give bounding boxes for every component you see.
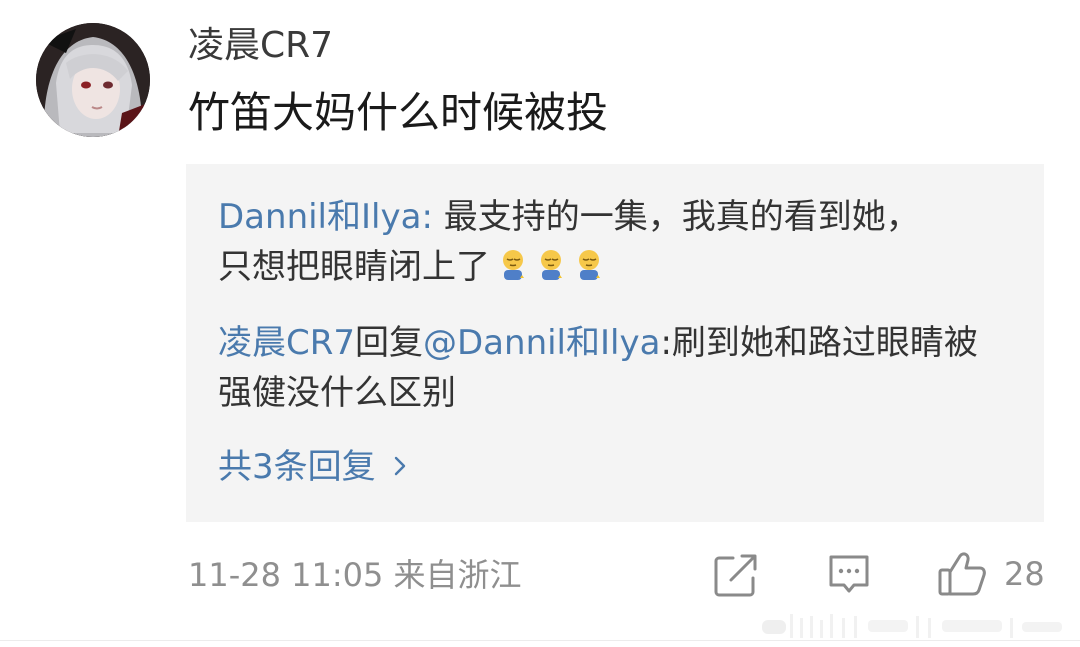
- like-button[interactable]: 28: [936, 548, 1056, 600]
- share-icon: [714, 554, 757, 597]
- comment-meta: 11-28 11:05 来自浙江: [188, 553, 522, 597]
- reply-box[interactable]: Dannil和Ilya: 最支持的一集，我真的看到她，只想把眼睛闭上了 凌晨CR…: [186, 164, 1044, 522]
- comment-location: 来自浙江: [393, 556, 522, 594]
- comment-button[interactable]: [826, 548, 872, 600]
- reply-author[interactable]: 凌晨CR7: [218, 323, 355, 363]
- comment-icon: [829, 555, 869, 593]
- avatar[interactable]: [36, 23, 150, 137]
- thumbs-up-icon: [938, 552, 986, 596]
- avatar-image: [36, 23, 150, 137]
- chevron-right-icon: [394, 456, 405, 476]
- sleepy-face-emoji: [541, 250, 562, 280]
- reply-separator: :: [421, 197, 444, 237]
- watermark-logo: [762, 614, 1062, 638]
- sleepy-face-emoji: [579, 250, 600, 280]
- reply-separator: :: [660, 323, 672, 363]
- share-button[interactable]: [711, 548, 761, 600]
- comment-text: 竹笛大妈什么时候被投: [188, 88, 609, 137]
- reply-author[interactable]: Dannil和Ilya: [218, 197, 421, 237]
- more-replies-link[interactable]: 共3条回复: [218, 442, 410, 492]
- like-count: 28: [1004, 555, 1045, 593]
- reply-item[interactable]: 凌晨CR7回复@Dannil和Ilya:刷到她和路过眼睛被强健没什么区别: [218, 318, 978, 418]
- divider: [0, 640, 1080, 641]
- sleepy-face-emoji: [503, 250, 524, 280]
- reply-mention[interactable]: @Dannil和Ilya: [423, 323, 660, 363]
- comment-username[interactable]: 凌晨CR7: [188, 22, 333, 70]
- more-replies-label: 共3条回复: [218, 447, 376, 487]
- reply-keyword: 回复: [355, 323, 423, 363]
- comment-timestamp: 11-28 11:05: [188, 556, 384, 594]
- reply-item[interactable]: Dannil和Ilya: 最支持的一集，我真的看到她，只想把眼睛闭上了: [218, 192, 938, 292]
